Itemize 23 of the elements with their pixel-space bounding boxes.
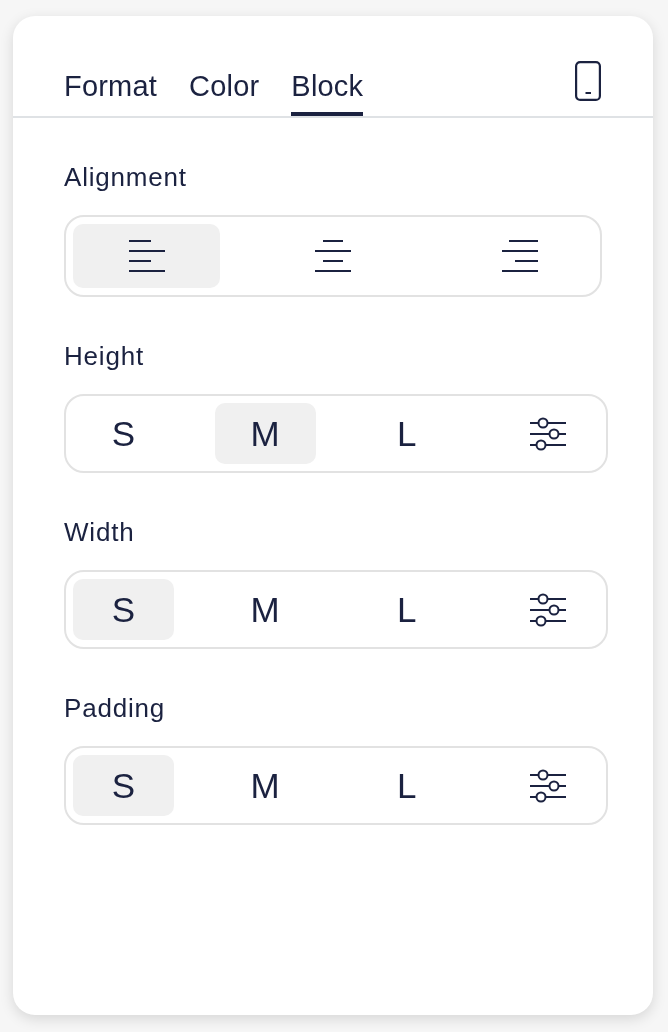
- sliders-icon: [530, 592, 567, 627]
- tab[interactable]: Color: [189, 69, 260, 116]
- size-option-button[interactable]: S: [73, 755, 174, 816]
- size-option-button[interactable]: M: [214, 403, 316, 464]
- section-label: Width: [64, 517, 136, 547]
- section-label: Height: [64, 341, 145, 371]
- phone-icon[interactable]: [575, 61, 601, 101]
- section-label: Padding: [64, 693, 167, 723]
- size-option-button[interactable]: L: [356, 755, 458, 816]
- align-left-icon: [128, 240, 165, 272]
- sliders-icon: [530, 416, 567, 451]
- size-option-button[interactable]: M: [214, 579, 316, 640]
- sliders-icon: [530, 768, 567, 803]
- size-option-button[interactable]: M: [214, 755, 316, 816]
- align-right-icon: [501, 240, 538, 272]
- size-option-button[interactable]: S: [73, 403, 174, 464]
- size-option-button[interactable]: S: [73, 579, 174, 640]
- tab[interactable]: Format: [64, 69, 158, 116]
- section-label: Alignment: [64, 162, 188, 192]
- align-left-button[interactable]: [73, 224, 220, 288]
- align-center-icon: [315, 240, 351, 272]
- size-option-button[interactable]: L: [356, 579, 458, 640]
- size-option-button[interactable]: L: [356, 403, 458, 464]
